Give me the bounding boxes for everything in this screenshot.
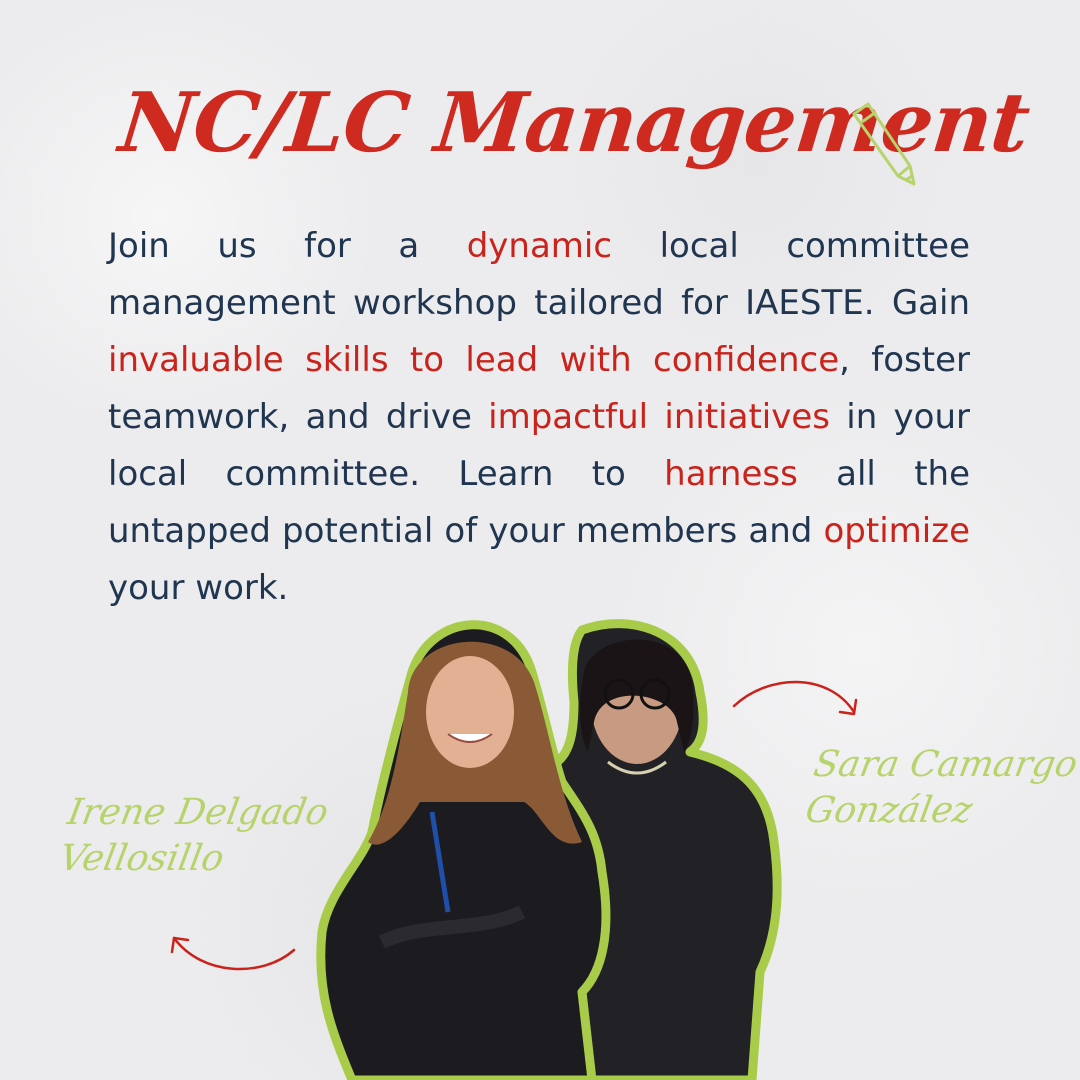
speaker-name-irene-line1: Irene Delgado (64, 792, 332, 833)
highlight-text: impactful initiatives (488, 397, 830, 437)
highlight-text: dynamic (466, 226, 613, 266)
highlight-text: optimize (823, 511, 971, 551)
speaker-photos (316, 619, 782, 1080)
speaker-name-irene: Irene Delgado Vellosillo (56, 790, 332, 882)
arrow-curved-left-icon (170, 936, 296, 971)
speaker-name-irene-line2: Vellosillo (56, 838, 228, 879)
highlight-text: harness (664, 454, 798, 494)
description-text: Join us for a (108, 226, 467, 266)
page-title: NC/LC Management (114, 75, 1034, 171)
speaker-name-sara-line2: González (802, 790, 976, 831)
arrow-curved-right-icon (732, 680, 858, 716)
pencil-icon (852, 102, 916, 186)
speaker-photo-irene (316, 620, 611, 1080)
speaker-name-sara: Sara Camargo González (802, 742, 1080, 834)
highlight-text: invaluable skills to lead with confidenc… (108, 340, 840, 380)
description-paragraph: Join us for a dynamic local committee ma… (108, 218, 970, 617)
description-text: your work. (108, 568, 289, 608)
speaker-name-sara-line1: Sara Camargo (810, 744, 1080, 785)
